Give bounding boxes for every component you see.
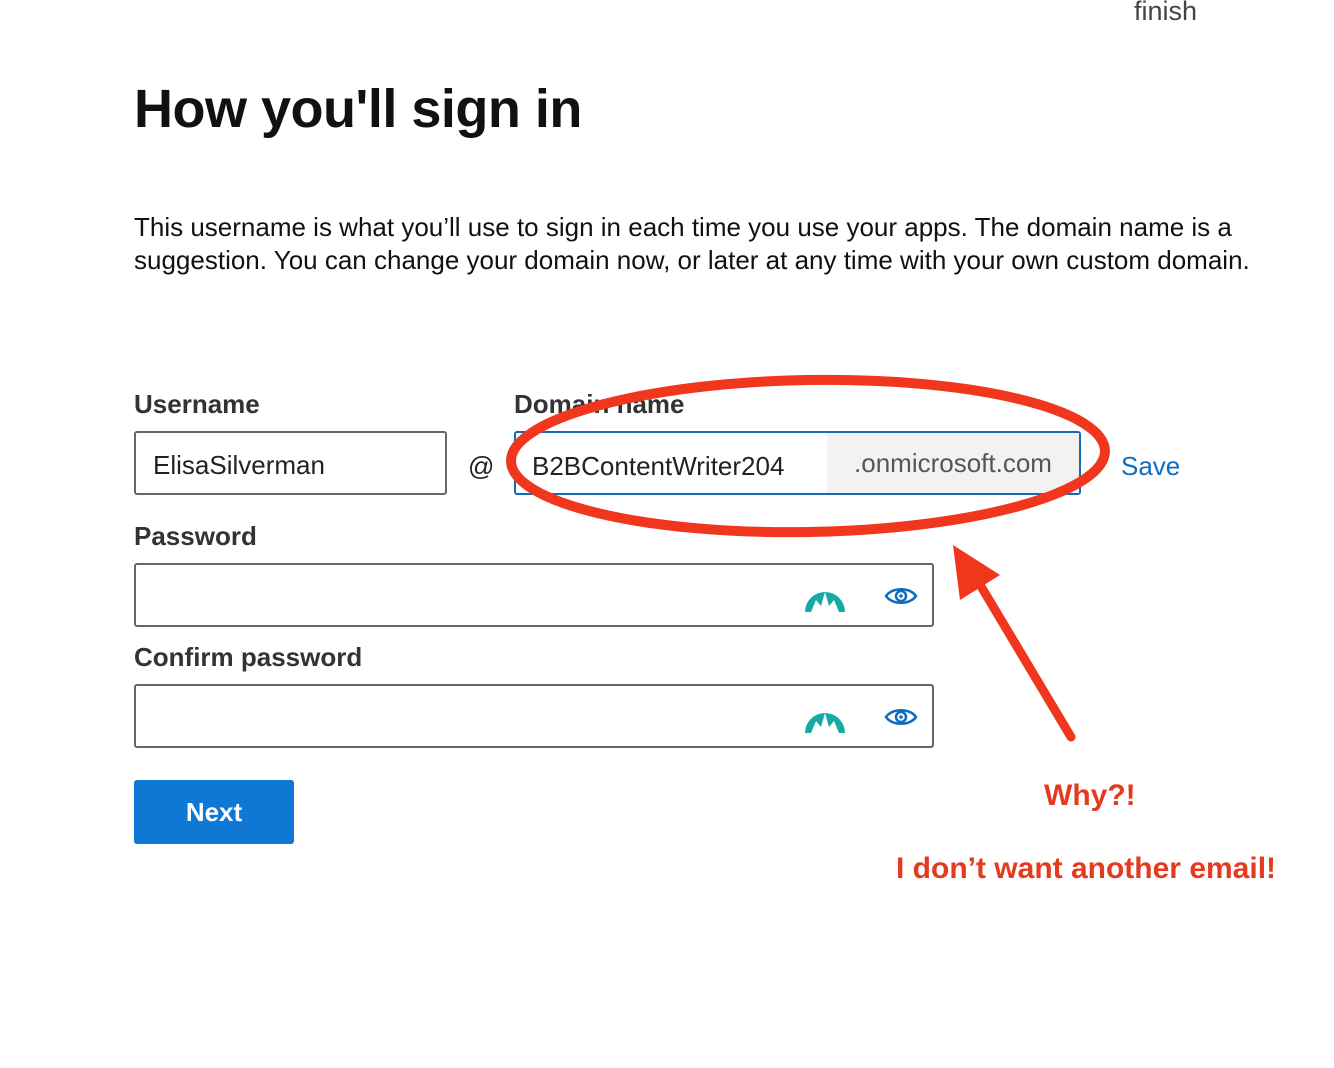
annotation-arrow-head — [953, 545, 1000, 600]
save-domain-link[interactable]: Save — [1121, 451, 1180, 482]
username-label: Username — [134, 389, 260, 419]
page-title: How you'll sign in — [134, 79, 582, 139]
domain-label: Domain name — [514, 389, 685, 419]
username-value: ElisaSilverman — [153, 450, 325, 480]
next-button[interactable]: Next — [134, 780, 294, 844]
annotation-complaint: I don’t want another email! — [896, 852, 1277, 885]
password-label: Password — [134, 521, 257, 551]
confirm-password-label: Confirm password — [134, 642, 363, 672]
nordpass-mountain-icon[interactable] — [804, 578, 846, 619]
domain-input[interactable]: B2BContentWriter204 .onmicrosoft.com — [514, 431, 1081, 495]
username-input[interactable]: ElisaSilverman — [134, 431, 447, 495]
nordpass-mountain-icon[interactable] — [804, 699, 846, 740]
annotation-arrow-shaft — [974, 578, 1076, 742]
password-input[interactable] — [134, 563, 934, 627]
eye-icon[interactable] — [884, 585, 918, 612]
page-description: This username is what you’ll use to sign… — [134, 212, 1250, 275]
confirm-password-input[interactable] — [134, 684, 934, 748]
domain-value: B2BContentWriter204 — [532, 451, 785, 481]
annotation-why: Why?! — [1044, 779, 1136, 812]
domain-suffix: .onmicrosoft.com — [827, 433, 1079, 493]
at-symbol: @ — [468, 451, 495, 481]
step-indicator-text: finish — [1134, 0, 1198, 26]
eye-icon[interactable] — [884, 706, 918, 733]
